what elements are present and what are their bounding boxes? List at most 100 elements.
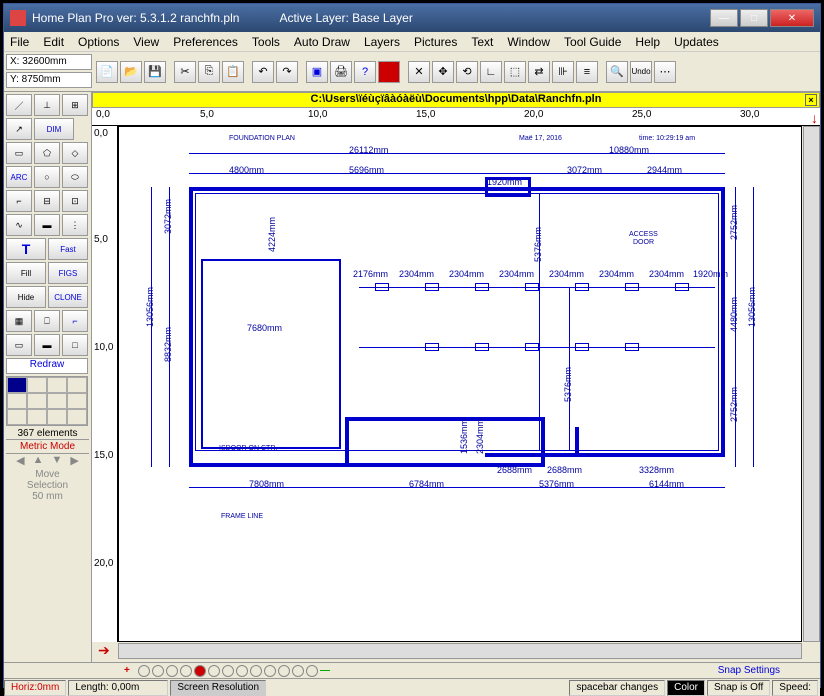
coord-x[interactable]: X: 32600mm [6, 54, 92, 70]
angle-icon[interactable]: ∟ [480, 61, 502, 83]
main-area: ／⊥⊞ ↗DIM ▭⬠◇ ARC○⬭ ⌐⊟⊡ ∿▬⋮ TFast FillFIG… [4, 92, 820, 662]
snap-minus-icon[interactable]: — [320, 665, 332, 677]
drawing-canvas[interactable]: FOUNDATION PLAN Маё 17, 2016 time: 10:29… [118, 126, 802, 642]
copy-icon[interactable]: ⎘ [198, 61, 220, 83]
undo-text-icon[interactable]: Undo [630, 61, 652, 83]
menu-edit[interactable]: Edit [43, 35, 64, 49]
print-icon[interactable]: 🖨 [330, 61, 352, 83]
dim-tool[interactable]: DIM [34, 118, 74, 140]
curve-tool[interactable]: ∿ [6, 214, 32, 236]
open-icon[interactable]: 📂 [120, 61, 142, 83]
door-tool[interactable]: ⌐ [6, 190, 32, 212]
align-icon[interactable]: ⊪ [552, 61, 574, 83]
misc5-tool[interactable]: ▬ [34, 334, 60, 356]
arc-tool[interactable]: ARC [6, 166, 32, 188]
help-icon[interactable]: ? [354, 61, 376, 83]
move-icon[interactable]: ✥ [432, 61, 454, 83]
snap-active-icon[interactable] [194, 665, 206, 677]
fast-text-tool[interactable]: Fast [48, 238, 88, 260]
maximize-button[interactable]: □ [740, 9, 768, 27]
redraw-button[interactable]: Redraw [6, 358, 88, 374]
menu-text[interactable]: Text [471, 35, 493, 49]
region-icon[interactable]: ▣ [306, 61, 328, 83]
snap-settings-link[interactable]: Snap Settings [718, 665, 780, 676]
menu-layers[interactable]: Layers [364, 35, 400, 49]
ellipse-tool[interactable]: ⬭ [62, 166, 88, 188]
status-length: Length: 0,00m [68, 680, 168, 696]
close-button[interactable]: ✕ [770, 9, 814, 27]
menu-help[interactable]: Help [635, 35, 660, 49]
menu-toolguide[interactable]: Tool Guide [564, 35, 621, 49]
mirror-icon[interactable]: ⇄ [528, 61, 550, 83]
menu-updates[interactable]: Updates [674, 35, 719, 49]
menu-tools[interactable]: Tools [252, 35, 280, 49]
ruler-marker-v: ↓ [811, 110, 818, 126]
misc4-tool[interactable]: ▭ [6, 334, 32, 356]
fill-tool[interactable]: Fill [6, 262, 46, 284]
ruler-vertical: 0,0 5,0 10,0 15,0 20,0 [92, 126, 118, 642]
poly-tool[interactable]: ⬠ [34, 142, 60, 164]
zoom-icon[interactable]: 🔍 [606, 61, 628, 83]
snap-plus-icon[interactable]: + [124, 665, 136, 677]
move-arrows[interactable]: ◀▲▼▶ [6, 454, 89, 467]
circle-tool[interactable]: ○ [34, 166, 60, 188]
main-toolbar: X: 32600mm Y: 8750mm 📄 📂 💾 ✂ ⎘ 📋 ↶ ↷ ▣ 🖨… [4, 52, 820, 92]
multi-tool[interactable]: ⋮ [62, 214, 88, 236]
opening-tool[interactable]: ⊡ [62, 190, 88, 212]
paste-icon[interactable]: 📋 [222, 61, 244, 83]
minimize-button[interactable]: — [710, 9, 738, 27]
color-palette[interactable] [6, 376, 88, 426]
figs-tool[interactable]: FIGS [48, 262, 88, 284]
clone-tool[interactable]: CLONE [48, 286, 88, 308]
line-tool[interactable]: ／ [6, 94, 32, 116]
select-icon[interactable]: ⬚ [504, 61, 526, 83]
menu-window[interactable]: Window [507, 35, 550, 49]
hide-tool[interactable]: Hide [6, 286, 46, 308]
coord-y[interactable]: Y: 8750mm [6, 72, 92, 88]
misc2-tool[interactable]: ⎕ [34, 310, 60, 332]
grid-tool[interactable]: ⊞ [62, 94, 88, 116]
scrollbar-vertical[interactable] [803, 126, 820, 642]
left-toolbox: ／⊥⊞ ↗DIM ▭⬠◇ ARC○⬭ ⌐⊟⊡ ∿▬⋮ TFast FillFIG… [4, 92, 92, 662]
rect-tool[interactable]: ▭ [6, 142, 32, 164]
menu-preferences[interactable]: Preferences [173, 35, 238, 49]
scrollbar-horizontal[interactable] [118, 643, 802, 659]
status-color[interactable]: Color [667, 680, 705, 696]
lines-icon[interactable]: ≡ [576, 61, 598, 83]
new-icon[interactable]: 📄 [96, 61, 118, 83]
element-count: 367 elements [6, 428, 89, 439]
menu-autodraw[interactable]: Auto Draw [294, 35, 350, 49]
shape-tool[interactable]: ◇ [62, 142, 88, 164]
floor-plan: FOUNDATION PLAN Маё 17, 2016 time: 10:29… [119, 127, 801, 641]
redo-icon[interactable]: ↷ [276, 61, 298, 83]
status-snap[interactable]: Snap is Off [707, 680, 770, 696]
text-tool[interactable]: T [6, 238, 46, 260]
menu-view[interactable]: View [133, 35, 159, 49]
undo-icon[interactable]: ↶ [252, 61, 274, 83]
ortholine-tool[interactable]: ⊥ [34, 94, 60, 116]
metric-mode[interactable]: Metric Mode [6, 439, 89, 454]
statusbar: Horiz:0mm Length: 0,00m Screen Resolutio… [4, 678, 820, 696]
stop-icon[interactable] [378, 61, 400, 83]
misc3-tool[interactable]: ⌐ [62, 310, 88, 332]
ruler-horizontal: 0,0 5,0 10,0 15,0 20,0 25,0 30,0 [92, 108, 820, 126]
cut-icon[interactable]: ✂ [174, 61, 196, 83]
misc1-tool[interactable]: ▦ [6, 310, 32, 332]
titlebar[interactable]: Home Plan Pro ver: 5.3.1.2 ranchfn.pln A… [4, 4, 820, 32]
window-tool[interactable]: ⊟ [34, 190, 60, 212]
menu-pictures[interactable]: Pictures [414, 35, 457, 49]
delete-icon[interactable]: ✕ [408, 61, 430, 83]
snap-controls[interactable]: + — [124, 665, 332, 677]
rotate-icon[interactable]: ⟲ [456, 61, 478, 83]
path-close-icon[interactable]: × [805, 94, 817, 106]
save-icon[interactable]: 💾 [144, 61, 166, 83]
menu-file[interactable]: File [10, 35, 29, 49]
wall-tool[interactable]: ▬ [34, 214, 60, 236]
status-screenres[interactable]: Screen Resolution [170, 680, 266, 696]
angle-tool[interactable]: ↗ [6, 118, 32, 140]
misc6-tool[interactable]: □ [62, 334, 88, 356]
menu-options[interactable]: Options [78, 35, 119, 49]
extra-icon[interactable]: ⋯ [654, 61, 676, 83]
move-label: MoveSelection50 mm [6, 469, 89, 502]
file-path: C:\Users\ïéùçïâàóàëù\Documents\hpp\Data\… [311, 93, 602, 105]
